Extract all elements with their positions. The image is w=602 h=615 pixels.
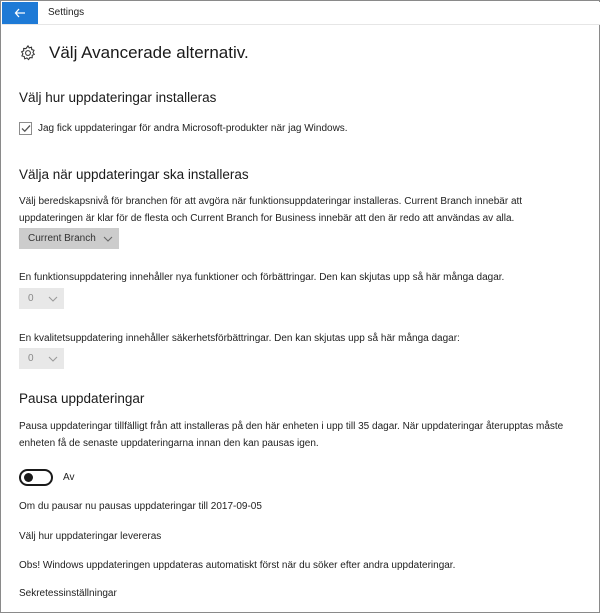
chevron-down-icon [48,356,58,362]
page-header: Välj Avancerade alternativ. [19,43,249,63]
title-bar: Settings [2,2,600,25]
branch-description: Välj beredskapsnivå för branchen för att… [19,193,522,227]
quality-update-text: En kvalitetsuppdatering innehåller säker… [19,333,460,344]
settings-window: Settings Välj Avancerade alternativ. Väl… [0,0,600,613]
quality-days-dropdown[interactable]: 0 [19,348,64,369]
update-note: Obs! Windows uppdateringen uppdateras au… [19,560,456,571]
back-button[interactable] [2,2,38,24]
pause-description-line1: Pausa uppdateringar tillfälligt från att… [19,421,564,432]
gear-icon [20,44,36,61]
delivery-link[interactable]: Välj hur uppdateringar levereras [19,531,161,542]
back-arrow-icon [14,8,25,18]
other-products-checkbox[interactable] [19,122,32,135]
when-heading: Välja när uppdateringar ska installeras [19,167,249,182]
branch-dropdown[interactable]: Current Branch [19,228,119,249]
app-title: Settings [48,7,85,18]
chevron-down-icon [103,236,113,242]
other-products-checkbox-row[interactable]: Jag fick uppdateringar för andra Microso… [19,122,348,135]
privacy-settings-link[interactable]: Sekretessinställningar [19,588,117,599]
checkmark-icon [21,125,30,133]
feature-days-value: 0 [28,293,34,304]
install-heading: Välj hur uppdateringar installeras [19,90,217,105]
branch-dropdown-value: Current Branch [28,233,96,244]
page-title: Välj Avancerade alternativ. [49,43,249,62]
pause-toggle[interactable] [19,469,53,486]
other-products-label: Jag fick uppdateringar för andra Microso… [38,123,348,134]
quality-days-value: 0 [28,353,34,364]
chevron-down-icon [48,296,58,302]
pause-heading: Pausa uppdateringar [19,391,145,406]
pause-until-text: Om du pausar nu pausas uppdateringar til… [19,501,262,512]
pause-description-line2: enheten få de senaste uppdateringarna in… [19,438,319,449]
pause-description: Pausa uppdateringar tillfälligt från att… [19,418,563,452]
branch-description-line2: uppdateringen är klar för de flesta och … [19,213,515,224]
pause-toggle-row[interactable]: Av [19,469,75,486]
feature-days-dropdown[interactable]: 0 [19,288,64,309]
branch-description-line1: Välj beredskapsnivå för branchen för att… [19,196,523,207]
toggle-knob [24,473,33,482]
pause-toggle-label: Av [63,472,75,483]
feature-update-text: En funktionsuppdatering innehåller nya f… [19,272,505,283]
